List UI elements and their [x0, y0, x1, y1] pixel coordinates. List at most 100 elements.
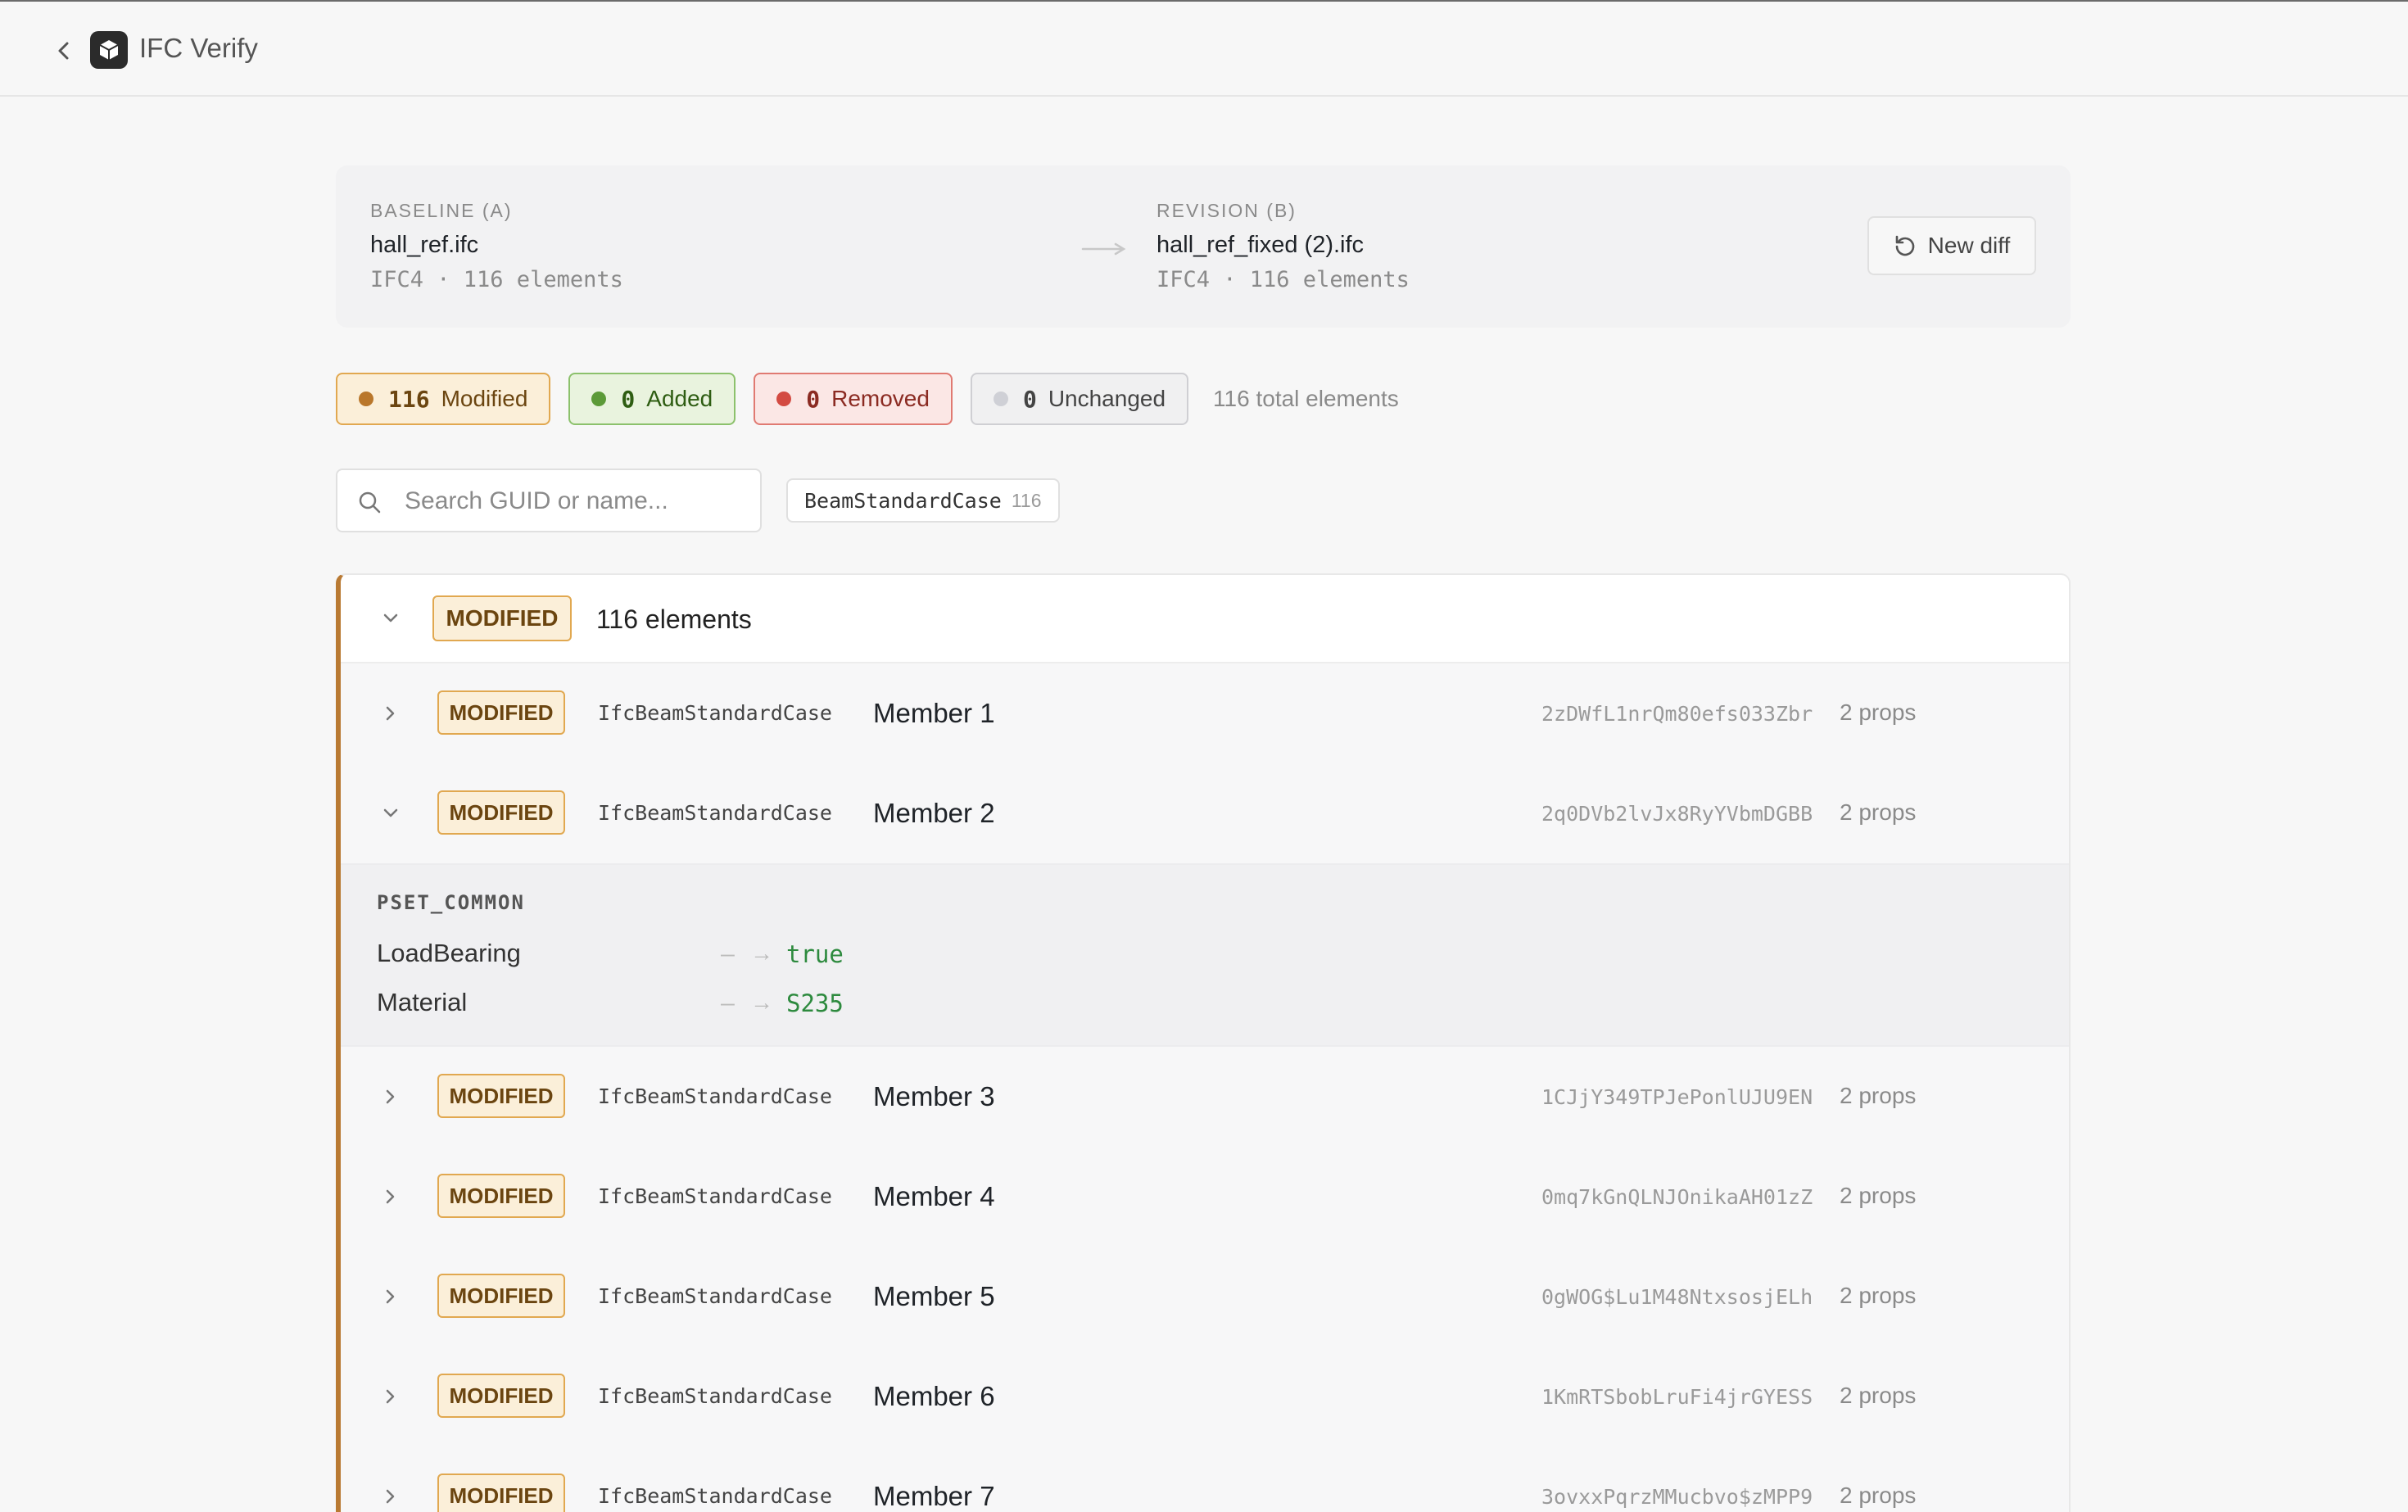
type-filter-name: BeamStandardCase — [804, 488, 1002, 513]
added-count: 0 — [621, 385, 636, 413]
ifc-type: IfcBeamStandardCase — [598, 1084, 832, 1108]
status-badge: MODIFIED — [437, 1474, 565, 1512]
total-elements-text: 116 total elements — [1213, 386, 1399, 411]
filter-unchanged-chip[interactable]: 0 Unchanged — [970, 373, 1189, 425]
element-name: Member 3 — [873, 1081, 995, 1111]
property-old-value: – — [721, 940, 735, 967]
removed-count: 0 — [806, 385, 821, 413]
props-count: 2 props — [1840, 1383, 1917, 1408]
removed-dot-icon — [776, 392, 792, 406]
back-button[interactable] — [51, 38, 77, 64]
element-name: Member 1 — [873, 698, 995, 728]
element-guid: 1KmRTSbobLruFi4jrGYESS — [1541, 1385, 1813, 1409]
baseline-meta: IFC4 · 116 elements — [370, 267, 623, 292]
element-row[interactable]: MODIFIED IfcBeamStandardCase Member 6 1K… — [341, 1347, 2069, 1446]
property-row: LoadBearing – → true — [377, 939, 950, 971]
status-badge: MODIFIED — [437, 690, 565, 735]
refresh-icon — [1895, 235, 1914, 256]
cube-icon — [99, 40, 119, 60]
filter-removed-chip[interactable]: 0 Removed — [754, 373, 953, 425]
ifc-type: IfcBeamStandardCase — [598, 1284, 832, 1308]
element-list: MODIFIED IfcBeamStandardCase Member 1 2z… — [341, 663, 2069, 1512]
chevron-down-icon[interactable] — [378, 801, 403, 826]
group-status-badge: MODIFIED — [432, 595, 572, 641]
modified-dot-icon — [359, 392, 373, 406]
search-icon — [359, 491, 381, 514]
element-detail-panel: PSET_COMMON LoadBearing – → true Materia… — [341, 863, 2069, 1047]
property-name: LoadBearing — [377, 939, 521, 967]
element-name: Member 5 — [873, 1281, 995, 1311]
chevron-right-icon[interactable] — [378, 1184, 403, 1209]
element-guid: 0gWOG$Lu1M48NtxsosjELh — [1541, 1285, 1813, 1309]
modified-group: MODIFIED 116 elements MODIFIED IfcBeamSt… — [336, 573, 2071, 1512]
element-row[interactable]: MODIFIED IfcBeamStandardCase Member 3 1C… — [341, 1047, 2069, 1147]
element-name: Member 6 — [873, 1381, 995, 1411]
props-count: 2 props — [1840, 799, 1917, 825]
ifc-type: IfcBeamStandardCase — [598, 1384, 832, 1408]
unchanged-dot-icon — [993, 392, 1008, 406]
new-diff-button[interactable]: New diff — [1867, 216, 2036, 275]
props-count: 2 props — [1840, 1183, 1917, 1208]
element-guid: 3ovxxPqrzMMucbvo$zMPP9 — [1541, 1485, 1813, 1509]
element-row[interactable]: MODIFIED IfcBeamStandardCase Member 5 0g… — [341, 1247, 2069, 1347]
chevron-down-icon[interactable] — [378, 606, 403, 631]
chevron-right-icon[interactable] — [378, 1284, 403, 1309]
element-guid: 0mq7kGnQLNJOnikaAH01zZ — [1541, 1185, 1813, 1209]
property-name: Material — [377, 988, 468, 1016]
chevron-left-icon — [58, 42, 69, 60]
added-dot-icon — [591, 392, 607, 406]
element-row[interactable]: MODIFIED IfcBeamStandardCase Member 1 2z… — [341, 663, 2069, 763]
type-filter-chip[interactable]: BeamStandardCase 116 — [786, 478, 1060, 523]
new-diff-label: New diff — [1927, 233, 2011, 258]
group-count-label: 116 elements — [596, 604, 752, 634]
status-filter-bar: 116 Modified 0 Added 0 Removed 0 Unchang… — [336, 373, 1399, 425]
baseline-file: hall_ref.ifc — [370, 232, 479, 258]
group-header[interactable]: MODIFIED 116 elements — [341, 575, 2069, 663]
revision-file: hall_ref_fixed (2).ifc — [1156, 232, 1365, 258]
element-guid: 1CJjY349TPJePonlUJU9EN — [1541, 1085, 1813, 1109]
baseline-panel: BASELINE (A) hall_ref.ifc IFC4 · 116 ele… — [370, 200, 623, 292]
unchanged-label: Unchanged — [1048, 386, 1166, 411]
added-label: Added — [646, 386, 713, 411]
pset-title: PSET_COMMON — [377, 891, 525, 914]
search-box — [336, 469, 762, 532]
element-guid: 2q0DVb2lvJx8RyYVbmDGBB — [1541, 802, 1813, 826]
status-badge: MODIFIED — [437, 790, 565, 835]
revision-panel: REVISION (B) hall_ref_fixed (2).ifc IFC4… — [1156, 200, 1410, 292]
revision-meta: IFC4 · 116 elements — [1156, 267, 1410, 292]
ifc-type: IfcBeamStandardCase — [598, 1484, 832, 1508]
element-name: Member 7 — [873, 1481, 995, 1511]
ifc-type: IfcBeamStandardCase — [598, 1184, 832, 1208]
arrow-right-icon — [1081, 241, 1127, 261]
chevron-right-icon[interactable] — [378, 1384, 403, 1409]
arrow-right-icon: → — [750, 989, 773, 1015]
property-row: Material – → S235 — [377, 988, 950, 1021]
property-old-value: – — [721, 989, 735, 1016]
ifc-type: IfcBeamStandardCase — [598, 701, 832, 725]
status-badge: MODIFIED — [437, 1374, 565, 1418]
filter-added-chip[interactable]: 0 Added — [568, 373, 736, 425]
diff-summary-card: BASELINE (A) hall_ref.ifc IFC4 · 116 ele… — [336, 165, 2071, 328]
ifc-type: IfcBeamStandardCase — [598, 801, 832, 825]
element-row[interactable]: MODIFIED IfcBeamStandardCase Member 2 2q… — [341, 763, 2069, 863]
search-input[interactable] — [403, 482, 750, 521]
arrow-right-icon: → — [750, 940, 773, 966]
status-badge: MODIFIED — [437, 1074, 565, 1118]
element-row[interactable]: MODIFIED IfcBeamStandardCase Member 4 0m… — [341, 1147, 2069, 1247]
element-row[interactable]: MODIFIED IfcBeamStandardCase Member 7 3o… — [341, 1446, 2069, 1512]
unchanged-count: 0 — [1022, 385, 1037, 413]
element-guid: 2zDWfL1nrQm80efs033Zbr — [1541, 702, 1813, 726]
element-name: Member 2 — [873, 798, 995, 828]
type-filter-count: 116 — [1011, 489, 1042, 511]
filter-modified-chip[interactable]: 116 Modified — [336, 373, 551, 425]
chevron-right-icon[interactable] — [378, 1484, 403, 1509]
status-badge: MODIFIED — [437, 1174, 565, 1218]
chevron-right-icon[interactable] — [378, 1084, 403, 1109]
element-name: Member 4 — [873, 1181, 995, 1211]
chevron-right-icon[interactable] — [378, 701, 403, 726]
modified-label: Modified — [441, 386, 528, 411]
revision-label: REVISION (B) — [1156, 200, 1297, 221]
props-count: 2 props — [1840, 1483, 1917, 1508]
status-badge: MODIFIED — [437, 1274, 565, 1318]
property-new-value: true — [786, 940, 844, 968]
